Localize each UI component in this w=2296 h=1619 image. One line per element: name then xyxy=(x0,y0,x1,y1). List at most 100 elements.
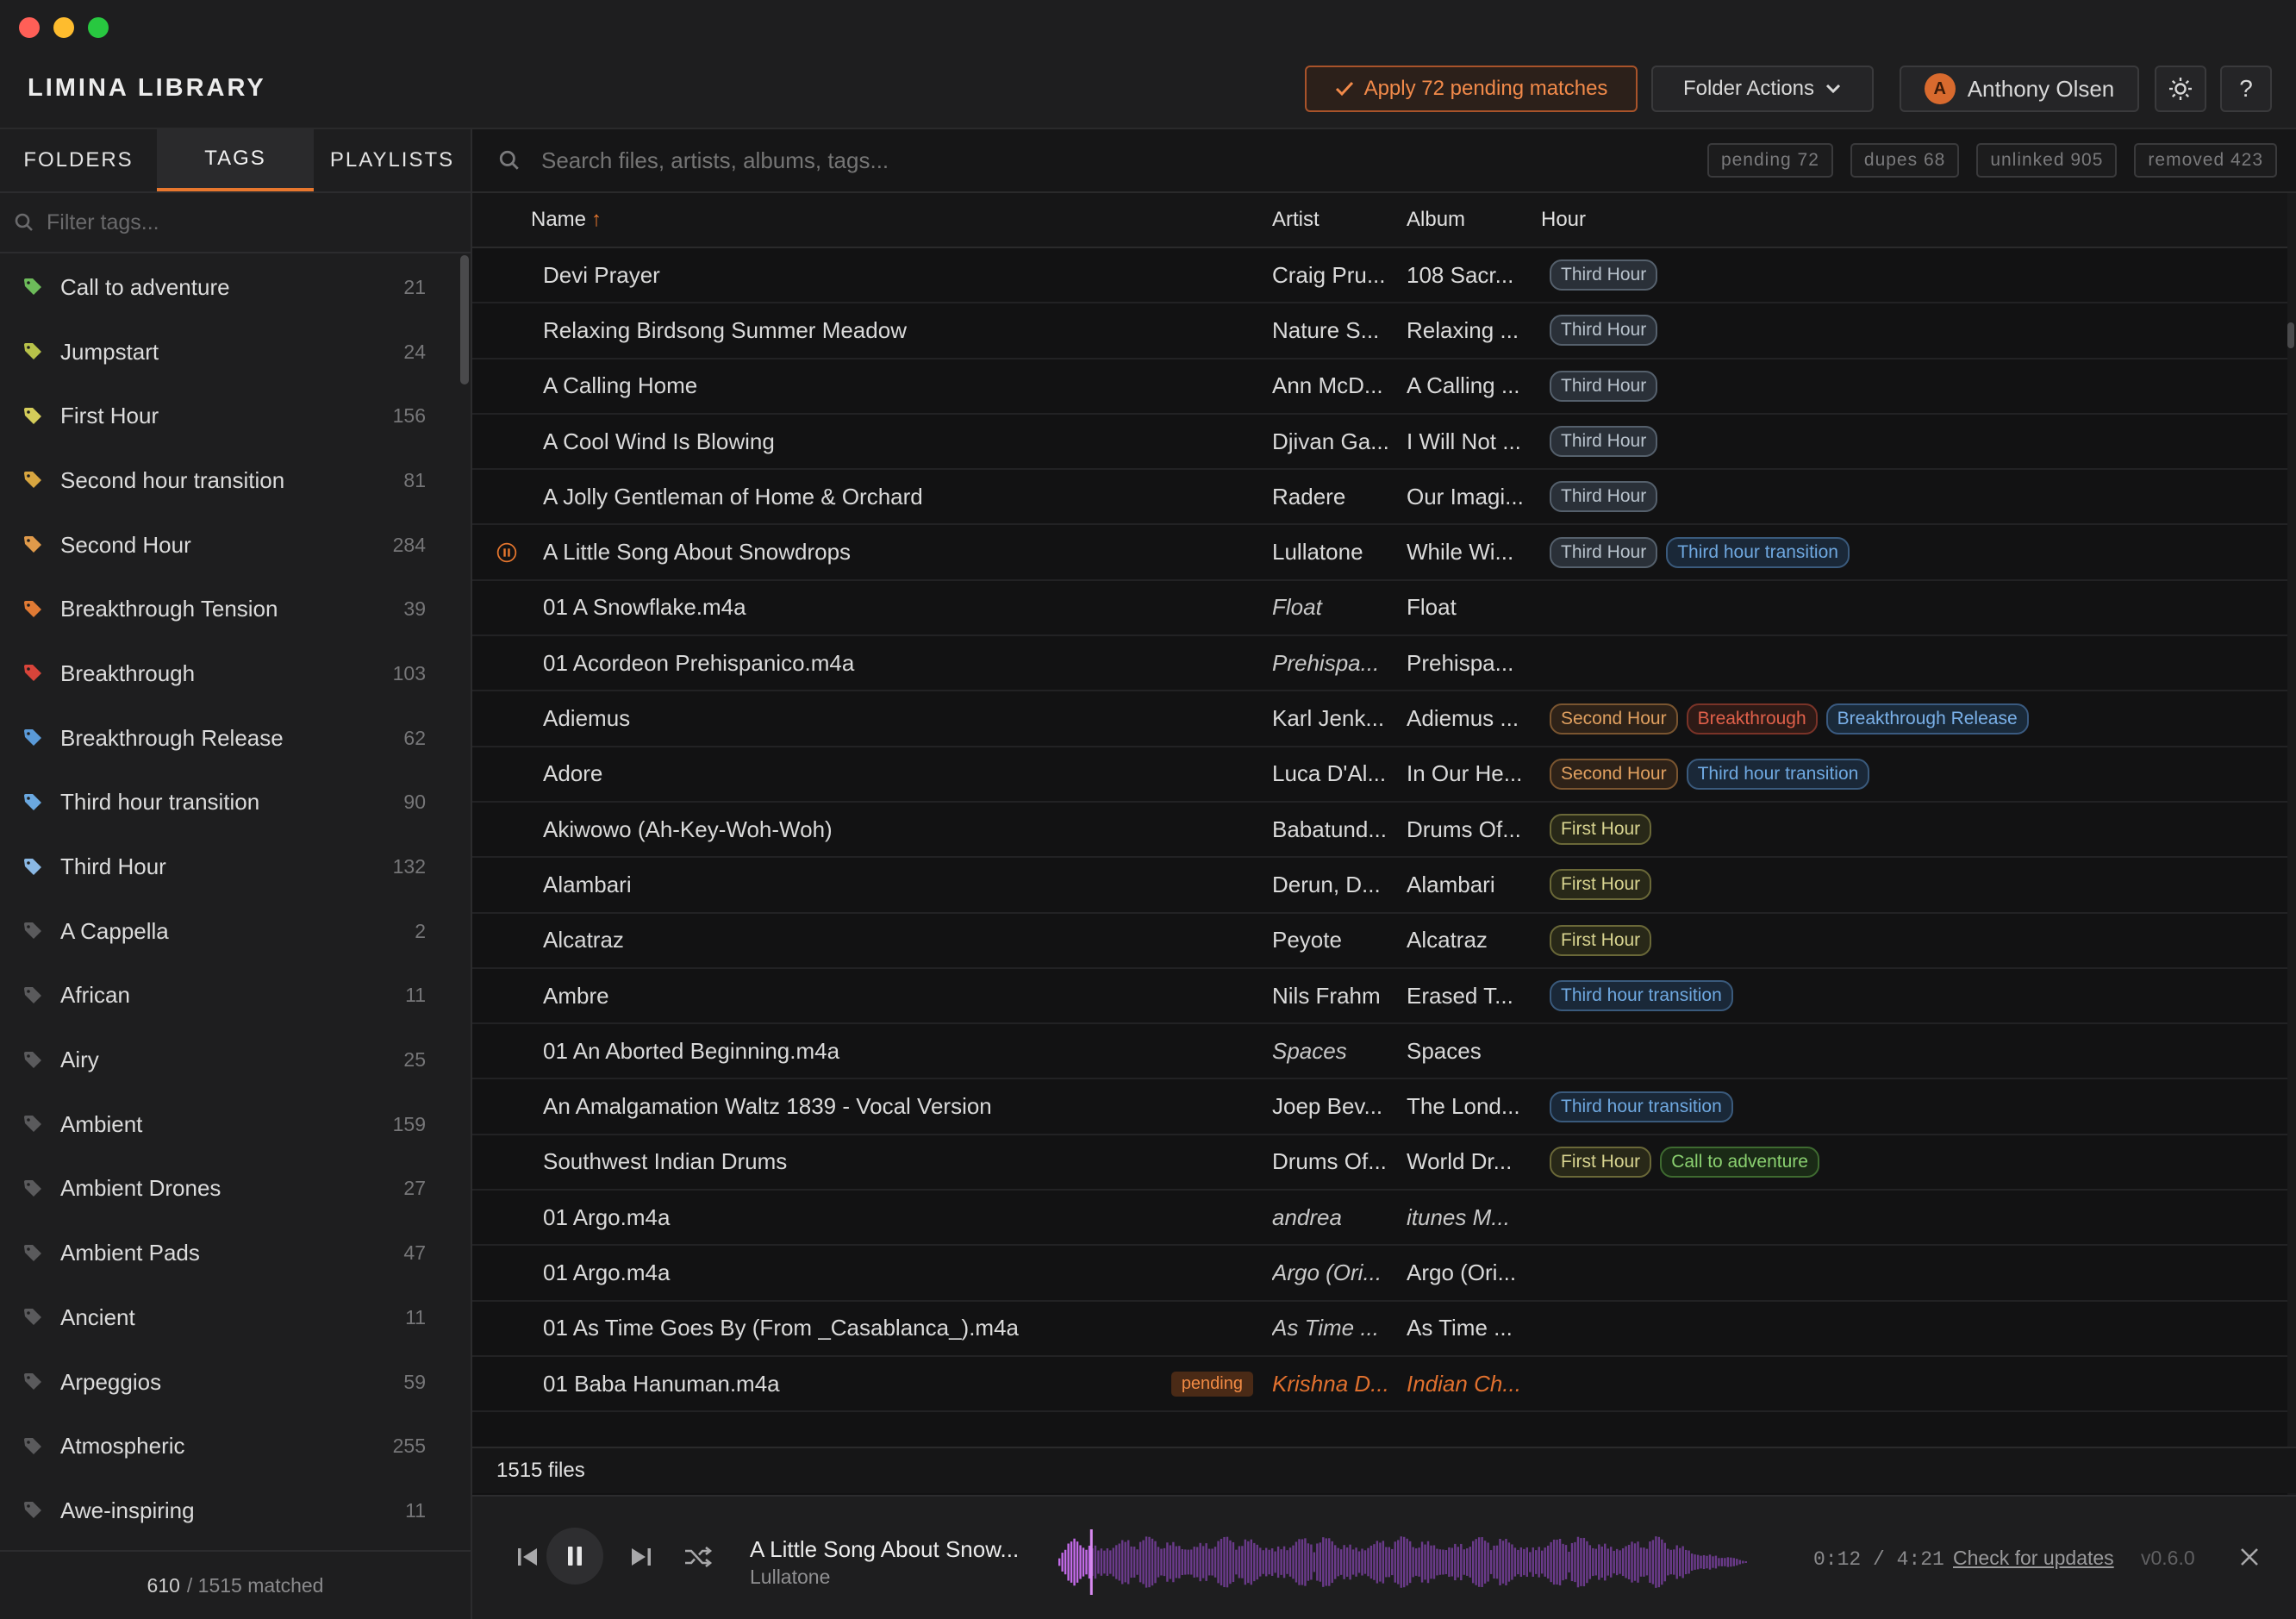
theme-toggle-button[interactable] xyxy=(2155,66,2206,112)
hour-tag-pill[interactable]: Call to adventure xyxy=(1660,1146,1819,1178)
hour-tag-pill[interactable]: First Hour xyxy=(1550,814,1652,846)
unlinked-filter-badge[interactable]: unlinked 905 xyxy=(1976,143,2118,178)
tag-item[interactable]: Third Hour 132 xyxy=(0,835,460,899)
table-row[interactable]: Adore Luca D'Al... In Our He... Second Hour… xyxy=(472,747,2287,803)
table-row[interactable]: Alcatraz Peyote Alcatraz First Hour xyxy=(472,914,2287,969)
maximize-window-button[interactable] xyxy=(88,17,109,38)
close-window-button[interactable] xyxy=(19,17,40,38)
close-player-button[interactable] xyxy=(2232,1540,2267,1574)
tab-folders[interactable]: FOLDERS xyxy=(0,129,157,191)
tag-item[interactable]: First Hour 156 xyxy=(0,384,460,448)
tag-item[interactable]: African 11 xyxy=(0,964,460,1028)
waveform-bar xyxy=(1139,1541,1142,1583)
waveform-bar xyxy=(1432,1545,1436,1579)
waveform-bar xyxy=(1214,1547,1217,1578)
tab-playlists[interactable]: PLAYLISTS xyxy=(314,129,471,191)
table-row[interactable]: A Little Song About Snowdrops Lullatone Wh… xyxy=(472,525,2287,581)
tag-item[interactable]: Second Hour 284 xyxy=(0,513,460,578)
hour-tag-pill[interactable]: Third hour transition xyxy=(1686,758,1870,790)
playhead[interactable] xyxy=(1089,1529,1093,1595)
column-name[interactable]: Name ↑ xyxy=(517,208,1272,232)
hour-tag-pill[interactable]: Third Hour xyxy=(1550,426,1658,458)
table-row[interactable]: Ambre Nils Frahm Erased T... Third hour tra… xyxy=(472,969,2287,1025)
hour-tag-pill[interactable]: Breakthrough xyxy=(1686,703,1818,734)
table-row[interactable]: 01 Baba Hanuman.m4a pending Krishna D... In… xyxy=(472,1357,2287,1413)
hour-tag-pill[interactable]: Second Hour xyxy=(1550,703,1678,734)
name-cell: 01 As Time Goes By (From _Casablanca_).m… xyxy=(517,1315,1272,1341)
tag-item[interactable]: Atmospheric 255 xyxy=(0,1414,460,1478)
hour-tag-pill[interactable]: Third Hour xyxy=(1550,315,1658,347)
tag-item[interactable]: Awe-inspiring 11 xyxy=(0,1478,460,1543)
tag-item[interactable]: Arpeggios 59 xyxy=(0,1350,460,1415)
tag-item[interactable]: Third hour transition 90 xyxy=(0,771,460,835)
table-row[interactable]: Alambari Derun, D... Alambari First Hour xyxy=(472,858,2287,914)
hour-tag-pill[interactable]: Third hour transition xyxy=(1550,980,1733,1011)
shuffle-button[interactable] xyxy=(676,1535,721,1579)
user-menu-button[interactable]: A Anthony Olsen xyxy=(1900,66,2139,112)
table-row[interactable]: A Jolly Gentleman of Home & Orchard Rader… xyxy=(472,470,2287,526)
waveform-seek-bar[interactable] xyxy=(1058,1528,1748,1597)
table-row[interactable]: 01 Acordeon Prehispanico.m4a Prehispa... P… xyxy=(472,636,2287,692)
dupes-filter-badge[interactable]: dupes 68 xyxy=(1850,143,1960,178)
search-input[interactable] xyxy=(541,147,1687,174)
tag-item[interactable]: Airy 25 xyxy=(0,1028,460,1092)
tag-item[interactable]: Breakthrough 103 xyxy=(0,641,460,706)
table-row[interactable]: Relaxing Birdsong Summer Meadow Nature S.… xyxy=(472,303,2287,359)
waveform-bar xyxy=(1525,1547,1529,1578)
now-playing-pause-icon[interactable] xyxy=(496,537,517,568)
sidebar-scrollbar[interactable] xyxy=(460,255,469,384)
column-artist[interactable]: Artist xyxy=(1272,208,1407,232)
apply-pending-matches-button[interactable]: Apply 72 pending matches xyxy=(1305,66,1638,112)
tag-item[interactable]: Ambient 159 xyxy=(0,1092,460,1157)
table-row[interactable]: 01 Argo.m4a Argo (Ori... Argo (Ori... xyxy=(472,1246,2287,1302)
table-row[interactable]: 01 As Time Goes By (From _Casablanca_).m… xyxy=(472,1302,2287,1357)
hour-tag-pill[interactable]: Third Hour xyxy=(1550,536,1658,568)
tag-item[interactable]: Ambient Pads 47 xyxy=(0,1221,460,1285)
tag-item[interactable]: Second hour transition 81 xyxy=(0,448,460,513)
minimize-window-button[interactable] xyxy=(53,17,74,38)
pause-button[interactable] xyxy=(546,1528,603,1585)
help-button[interactable]: ? xyxy=(2220,66,2272,112)
table-row[interactable]: Devi Prayer Craig Pru... 108 Sacr... Third … xyxy=(472,248,2287,304)
hour-tag-pill[interactable]: First Hour xyxy=(1550,924,1652,956)
table-row[interactable]: Southwest Indian Drums Drums Of... World D… xyxy=(472,1135,2287,1191)
hour-tag-pill[interactable]: Third Hour xyxy=(1550,481,1658,513)
column-hour[interactable]: Hour xyxy=(1541,208,2296,232)
table-row[interactable]: 01 An Aborted Beginning.m4a Spaces Spaces xyxy=(472,1024,2287,1080)
hour-tag-pill[interactable]: Third hour transition xyxy=(1666,536,1850,568)
tag-filter-input[interactable]: Filter tags... xyxy=(47,210,159,235)
hour-tag-pill[interactable]: Third hour transition xyxy=(1550,1091,1733,1122)
table-row[interactable]: Adiemus Karl Jenk... Adiemus ... Second Hou… xyxy=(472,691,2287,747)
removed-filter-badge[interactable]: removed 423 xyxy=(2134,143,2277,178)
column-album[interactable]: Album xyxy=(1407,208,1541,232)
table-row[interactable]: An Amalgamation Waltz 1839 - Vocal Versi… xyxy=(472,1079,2287,1135)
name-cell: Adiemus xyxy=(517,705,1272,732)
hour-tag-pill[interactable]: First Hour xyxy=(1550,869,1652,901)
table-row[interactable]: 01 Argo.m4a andrea itunes M... xyxy=(472,1191,2287,1247)
hour-tag-pill[interactable]: Third Hour xyxy=(1550,259,1658,291)
tag-item[interactable]: Ambient Drones 27 xyxy=(0,1157,460,1222)
hour-tag-pill[interactable]: Second Hour xyxy=(1550,758,1678,790)
hour-tag-pill[interactable]: Breakthrough Release xyxy=(1825,703,2029,734)
next-track-button[interactable] xyxy=(619,1535,664,1579)
table-row[interactable]: Akiwowo (Ah-Key-Woh-Woh) Babatund... Drums… xyxy=(472,803,2287,859)
table-row[interactable]: 01 A Snowflake.m4a Float Float xyxy=(472,581,2287,637)
tag-item[interactable]: Call to adventure 21 xyxy=(0,255,460,320)
tag-item[interactable]: Jumpstart 24 xyxy=(0,320,460,384)
table-row[interactable]: A Calling Home Ann McD... A Calling ... Thi… xyxy=(472,359,2287,415)
tag-item[interactable]: Breakthrough Tension 39 xyxy=(0,577,460,641)
tag-item[interactable]: Breakthrough Release 62 xyxy=(0,706,460,771)
tag-item[interactable]: A Cappella 2 xyxy=(0,899,460,964)
tag-label: Arpeggios xyxy=(60,1368,162,1395)
pending-filter-badge[interactable]: pending 72 xyxy=(1706,143,1833,178)
tab-tags[interactable]: TAGS xyxy=(157,129,314,191)
folder-actions-button[interactable]: Folder Actions xyxy=(1651,66,1874,112)
tag-item[interactable]: Ancient 11 xyxy=(0,1285,460,1350)
hour-tag-pill[interactable]: First Hour xyxy=(1550,1146,1652,1178)
table-row[interactable]: A Cool Wind Is Blowing Djivan Ga... I Will… xyxy=(472,415,2287,471)
check-for-updates-link[interactable]: Check for updates xyxy=(1953,1547,2114,1570)
previous-track-button[interactable] xyxy=(505,1535,550,1579)
hour-tag-pill[interactable]: Third Hour xyxy=(1550,370,1658,402)
table-vertical-scrollbar[interactable] xyxy=(2287,193,2296,1581)
waveform-bar xyxy=(1472,1541,1475,1584)
